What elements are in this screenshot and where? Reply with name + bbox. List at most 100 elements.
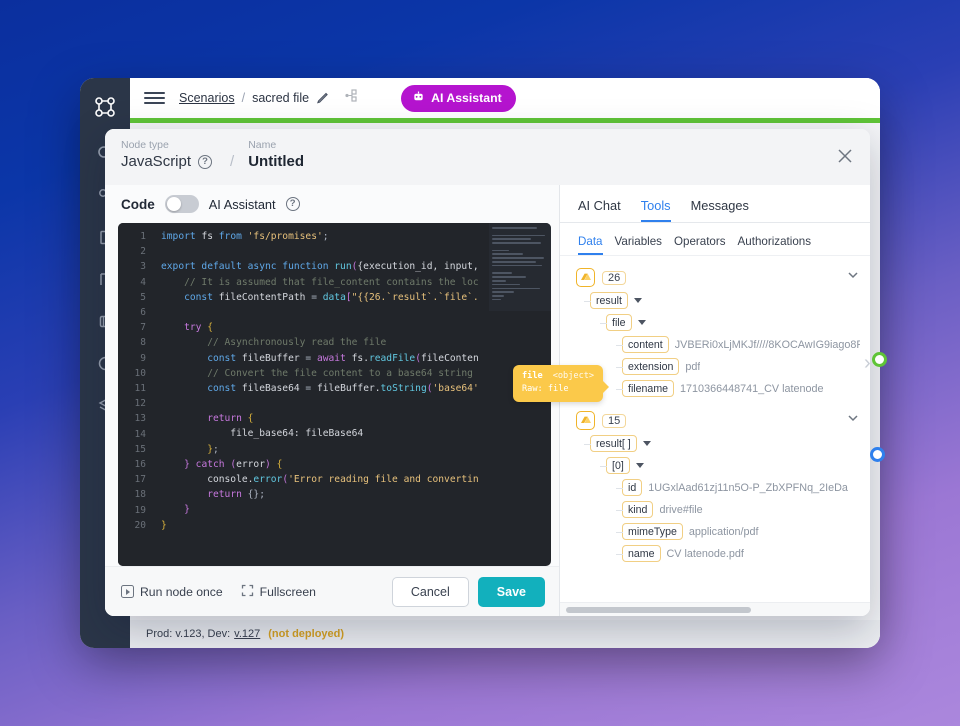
- tree-row[interactable]: name CV latenode.pdf: [576, 545, 860, 562]
- breadcrumb-scenarios-link[interactable]: Scenarios: [179, 91, 235, 105]
- deployment-status-bar: Prod: v.123, Dev: v.127 (not deployed): [130, 620, 880, 648]
- scrollbar-thumb[interactable]: [566, 606, 751, 613]
- tree-value: drive#file: [659, 503, 703, 516]
- tree-key-file[interactable]: file: [606, 314, 632, 331]
- minimap-line: [492, 264, 543, 267]
- green-node-connector[interactable]: [872, 352, 887, 367]
- line-number: 9: [140, 352, 146, 364]
- play-box-icon: [121, 585, 134, 598]
- tree-key-filename[interactable]: filename: [622, 380, 675, 397]
- prod-version-text: Prod: v.123, Dev:: [146, 628, 231, 640]
- tree-value: CV latenode.pdf: [666, 547, 744, 560]
- code-editor[interactable]: 1 2 3 4 5 6 7 8 9 10 11 12 13 14 15 16 17 18 19 20 import f…: [118, 223, 551, 566]
- chevron-down-icon[interactable]: [846, 411, 860, 430]
- tree-row[interactable]: result[ ]: [576, 435, 860, 452]
- tree-node-header[interactable]: 15: [576, 411, 860, 430]
- tree-row[interactable]: result: [576, 292, 860, 309]
- caret-down-icon[interactable]: [633, 298, 642, 303]
- save-button[interactable]: Save: [477, 576, 545, 607]
- ai-assistant-toggle[interactable]: [164, 195, 199, 213]
- question-mark-icon[interactable]: ?: [198, 154, 213, 169]
- ai-assistant-button[interactable]: AI Assistant: [401, 84, 516, 112]
- tree-row[interactable]: extension pdf: [576, 358, 860, 375]
- node-type-label: Node type: [121, 139, 169, 151]
- horizontal-scrollbar[interactable]: [560, 602, 870, 616]
- tab-messages[interactable]: Messages: [691, 198, 749, 222]
- caret-down-icon[interactable]: [642, 441, 651, 446]
- line-number: 13: [134, 413, 146, 425]
- tree-key-result[interactable]: result: [590, 292, 628, 309]
- code-line: }: [161, 519, 167, 531]
- drive-icon: [576, 411, 595, 430]
- tree-key-extension[interactable]: extension: [622, 358, 680, 375]
- node-settings-modal: Node type JavaScript ? / Name Untitled C…: [105, 129, 870, 616]
- subtab-authorizations[interactable]: Authorizations: [738, 235, 811, 255]
- pencil-icon[interactable]: [316, 91, 330, 105]
- tree-key-name[interactable]: name: [622, 545, 661, 562]
- code-line: }: [184, 504, 190, 516]
- tree-connector-line: [616, 388, 623, 390]
- cancel-button[interactable]: Cancel: [391, 576, 469, 607]
- nodes-logo-icon[interactable]: [90, 92, 120, 122]
- tree-connector-line: [600, 322, 607, 324]
- line-number: 8: [140, 337, 146, 349]
- code-label: Code: [121, 196, 155, 212]
- name-value[interactable]: Untitled: [248, 153, 304, 170]
- subtab-operators[interactable]: Operators: [674, 235, 726, 255]
- subtab-variables[interactable]: Variables: [615, 235, 662, 255]
- tree-connector-line: [616, 487, 623, 489]
- tree-node-header[interactable]: 26: [576, 268, 860, 287]
- tooltip-key: file: [522, 371, 543, 381]
- run-node-once-button[interactable]: Run node once: [121, 585, 223, 599]
- subtab-data[interactable]: Data: [578, 235, 603, 255]
- tree-key-result[interactable]: result[ ]: [590, 435, 637, 452]
- caret-down-icon[interactable]: [637, 320, 646, 325]
- tree-value: JVBERi0xLjMKJf////8KOCAwIG9iago8PAo: [674, 338, 860, 351]
- tree-row[interactable]: id 1UGxlAad61zj11n5O-P_ZbXPFNq_2IeDa: [576, 479, 860, 496]
- tree-row[interactable]: [0]: [576, 457, 860, 474]
- tree-key-kind[interactable]: kind: [622, 501, 654, 518]
- chevron-down-icon[interactable]: [846, 268, 860, 287]
- tab-tools[interactable]: Tools: [640, 198, 671, 222]
- toggle-knob: [166, 197, 181, 211]
- line-number: 3: [140, 261, 146, 273]
- caret-down-icon[interactable]: [635, 463, 644, 468]
- data-tree-block: 15 result[ ] [0] id 1UGxlAad61zj11n5O-P_ZbXP…: [560, 411, 870, 562]
- minimap-line: [492, 227, 537, 229]
- ai-assistant-label: AI Assistant: [431, 91, 502, 105]
- line-number: 7: [140, 322, 146, 334]
- tools-subtabs: Data Variables Operators Authorizations: [560, 223, 870, 256]
- line-number-gutter: 1 2 3 4 5 6 7 8 9 10 11 12 13 14 15 16 17 18 19 20: [118, 223, 152, 566]
- tree-row[interactable]: mimeType application/pdf: [576, 523, 860, 540]
- tree-key-content[interactable]: content: [622, 336, 669, 353]
- data-tree-scroll[interactable]: 26 result file content JVBERi0xLjMKJf////8KO…: [560, 256, 870, 602]
- tree-key-0[interactable]: [0]: [606, 457, 630, 474]
- tree-key-id[interactable]: id: [622, 479, 643, 496]
- tree-value: application/pdf: [688, 525, 759, 538]
- tree-row[interactable]: content JVBERi0xLjMKJf////8KOCAwIG9iago8P…: [576, 336, 860, 353]
- robot-icon: [412, 90, 425, 106]
- minimap-line: [492, 249, 509, 252]
- top-toolbar: Scenarios / sacred file AI Assistant: [130, 78, 880, 118]
- code-pane: Code AI Assistant ? 1 2 3 4 5 6 7 8 9 10 11 12 13 14 1…: [105, 185, 610, 616]
- tab-ai-chat[interactable]: AI Chat: [578, 198, 621, 222]
- tree-row[interactable]: filename 1710366448741_CV latenode: [576, 380, 860, 397]
- minimap-line: [492, 287, 540, 290]
- blue-node-connector[interactable]: [870, 447, 885, 462]
- code-line: const fileBuffer = await fs.readFile(fil…: [207, 352, 479, 364]
- hamburger-icon[interactable]: [144, 92, 165, 104]
- tree-row[interactable]: file: [576, 314, 860, 331]
- close-icon[interactable]: [834, 145, 856, 167]
- line-number: 17: [134, 474, 146, 486]
- code-line: // Asynchronously read the file: [161, 337, 387, 349]
- fullscreen-button[interactable]: Fullscreen: [241, 584, 316, 600]
- question-mark-icon[interactable]: ?: [285, 197, 300, 211]
- minimap-line: [492, 283, 520, 286]
- tree-value: 1UGxlAad61zj11n5O-P_ZbXPFNq_2IeDa: [648, 481, 848, 494]
- graph-icon[interactable]: [344, 88, 359, 108]
- editor-minimap[interactable]: [489, 223, 551, 311]
- dev-version-link[interactable]: v.127: [234, 628, 260, 640]
- tools-pane: AI Chat Tools Messages Data Variables Operat…: [560, 185, 870, 616]
- tree-row[interactable]: kind drive#file: [576, 501, 860, 518]
- tree-key-mimetype[interactable]: mimeType: [622, 523, 683, 540]
